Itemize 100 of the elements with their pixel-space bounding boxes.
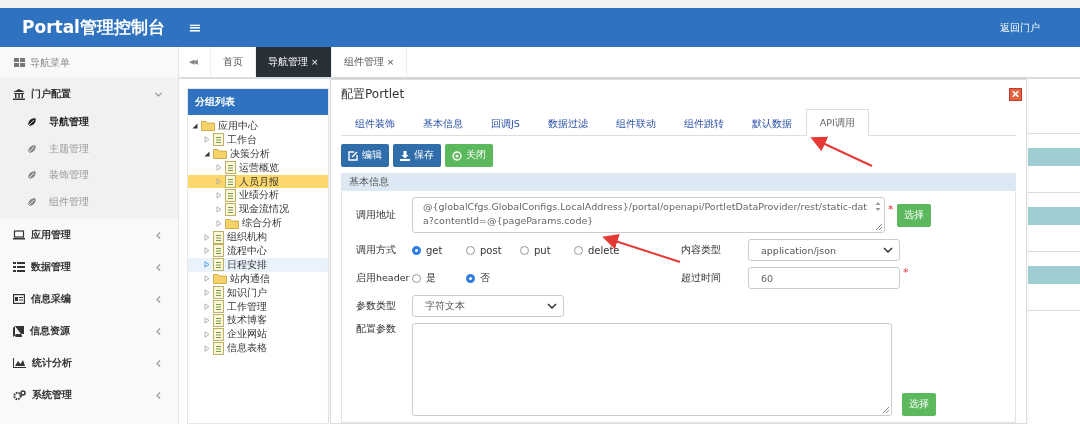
tree-node[interactable]: 现金流情况 xyxy=(188,202,328,217)
document-icon xyxy=(213,244,224,258)
tree-node[interactable]: 工作管理 xyxy=(188,299,328,314)
tree-node[interactable]: 应用中心 xyxy=(188,119,328,133)
dialog-tab[interactable]: 组件跳转 xyxy=(669,111,738,136)
dialog-tab[interactable]: 组件联动 xyxy=(601,111,670,136)
tree-label: 组织机构 xyxy=(227,230,267,245)
tree-node[interactable]: 站内通信 xyxy=(188,271,328,286)
tree-node[interactable]: 业绩分析 xyxy=(188,188,328,203)
save-button[interactable]: 保存 xyxy=(393,144,441,167)
tree-node[interactable]: 综合分析 xyxy=(188,216,328,231)
tree-label: 决策分析 xyxy=(230,146,270,161)
menu-item[interactable]: 数据管理 xyxy=(0,251,178,283)
dialog-tab[interactable]: 回调JS xyxy=(477,111,534,136)
close-button[interactable] xyxy=(1009,87,1022,101)
tree-label: 工作管理 xyxy=(227,299,267,314)
sidebar-heading: 导航菜单 xyxy=(30,55,70,70)
page-tab[interactable]: 导航管理 × xyxy=(255,47,332,77)
tree-label: 知识门户 xyxy=(227,285,267,300)
resize-grip-icon xyxy=(882,406,889,413)
circle-dot-icon xyxy=(452,150,462,161)
dialog-tab[interactable]: API调用 xyxy=(805,109,869,136)
field-label: 参数类型 xyxy=(356,299,397,313)
app-title: Portal管理控制台 xyxy=(21,16,166,39)
address-textarea[interactable]: @{globalCfgs.GlobalConfigs.LocalAddress}/portal/openapi/PortletDataProvider/rest/static-data?contentId=@{pageParams.code} xyxy=(412,197,885,233)
tree-node[interactable]: 运营概览 xyxy=(188,160,328,175)
dialog-tab[interactable]: 基本信息 xyxy=(409,111,477,136)
edit-icon xyxy=(348,150,358,161)
tree-label: 人员月报 xyxy=(239,174,279,189)
tree-node[interactable]: 流程中心 xyxy=(188,244,328,258)
chevron-left-icon xyxy=(155,391,162,399)
spinner-icon xyxy=(875,201,881,212)
leaf-icon xyxy=(27,117,37,128)
annotation-arrow xyxy=(810,136,873,167)
menu-item[interactable]: 信息采编 xyxy=(0,283,178,315)
content-type-select[interactable]: application/json xyxy=(748,239,900,261)
tree-node[interactable]: 决策分析 xyxy=(188,146,328,161)
chevron-left-icon xyxy=(155,263,162,271)
bank-icon xyxy=(13,88,25,100)
panel-title: 分组列表 xyxy=(188,89,328,115)
submenu-item[interactable]: 导航管理 xyxy=(0,109,178,136)
tree-node[interactable]: 信息表格 xyxy=(188,341,328,356)
document-icon xyxy=(213,133,224,147)
tree-node[interactable]: 人员月报 xyxy=(188,174,328,189)
folder-icon xyxy=(213,148,227,160)
timeout-input[interactable]: 60 xyxy=(748,267,900,289)
radio-option[interactable]: put xyxy=(520,244,574,256)
document-icon xyxy=(213,300,224,313)
menu-item[interactable]: 信息资源 xyxy=(0,315,178,347)
edit-button[interactable]: 编辑 xyxy=(341,144,389,167)
menu-item[interactable]: 系统管理 xyxy=(0,379,178,411)
menu-item[interactable]: 门户配置 xyxy=(0,79,178,109)
radio-option[interactable]: 是 xyxy=(412,271,466,285)
menu-label: 统计分析 xyxy=(32,356,72,370)
dialog-tab[interactable]: 默认数据 xyxy=(737,111,806,136)
tree-node[interactable]: 知识门户 xyxy=(188,285,328,300)
param-type-select[interactable]: 字符文本 xyxy=(412,295,564,317)
chevron-down-icon xyxy=(547,303,557,309)
document-icon xyxy=(213,341,224,355)
tree-node[interactable]: 组织机构 xyxy=(188,230,328,244)
tree-label: 企业网站 xyxy=(227,327,267,342)
dialog-title: 配置Portlet xyxy=(341,85,405,103)
dialog-tab[interactable]: 组件装饰 xyxy=(341,111,409,136)
radio-option[interactable]: get xyxy=(412,244,466,256)
menu-label: 信息资源 xyxy=(30,324,70,338)
list-icon xyxy=(13,262,25,272)
menu-label: 数据管理 xyxy=(31,260,71,274)
tree-node[interactable]: 工作台 xyxy=(188,132,328,147)
field-label: 超过时间 xyxy=(681,271,722,285)
dialog-tab[interactable]: 数据过滤 xyxy=(533,111,602,136)
document-icon xyxy=(213,286,224,300)
radio-option[interactable]: 否 xyxy=(466,271,520,285)
menu-button[interactable]: ≡ xyxy=(180,18,210,37)
tree-node[interactable]: 企业网站 xyxy=(188,327,328,342)
field-label: 启用header xyxy=(356,271,411,285)
tree-label: 综合分析 xyxy=(242,216,282,231)
tree-label: 业绩分析 xyxy=(239,188,279,203)
document-icon xyxy=(225,161,236,175)
tree-label: 技术博客 xyxy=(227,313,267,328)
return-portal-link[interactable]: 返回门户 xyxy=(1000,20,1040,35)
document-icon xyxy=(213,327,224,341)
tree-node[interactable]: 技术博客 xyxy=(188,313,328,328)
menu-label: 应用管理 xyxy=(31,228,71,242)
area-chart-icon xyxy=(13,358,26,368)
document-icon xyxy=(225,175,236,188)
menu-item[interactable]: 应用管理 xyxy=(0,219,178,251)
menu-label: 信息采编 xyxy=(31,292,71,306)
required-mark: * xyxy=(903,265,909,279)
download-icon xyxy=(400,150,410,161)
chevron-left-icon xyxy=(155,359,162,367)
tree-label: 站内通信 xyxy=(230,271,270,286)
menu-item[interactable]: 统计分析 xyxy=(0,347,178,379)
radio-option[interactable]: delete xyxy=(574,244,628,256)
tree-node[interactable]: 日程安排 xyxy=(188,257,328,272)
field-label: 内容类型 xyxy=(681,243,722,257)
radio-option[interactable]: post xyxy=(466,244,520,256)
folder-icon xyxy=(201,120,215,132)
settings-icon xyxy=(13,389,26,401)
collapsed-triangle-icon xyxy=(204,136,210,144)
tree-label: 信息表格 xyxy=(227,341,267,356)
